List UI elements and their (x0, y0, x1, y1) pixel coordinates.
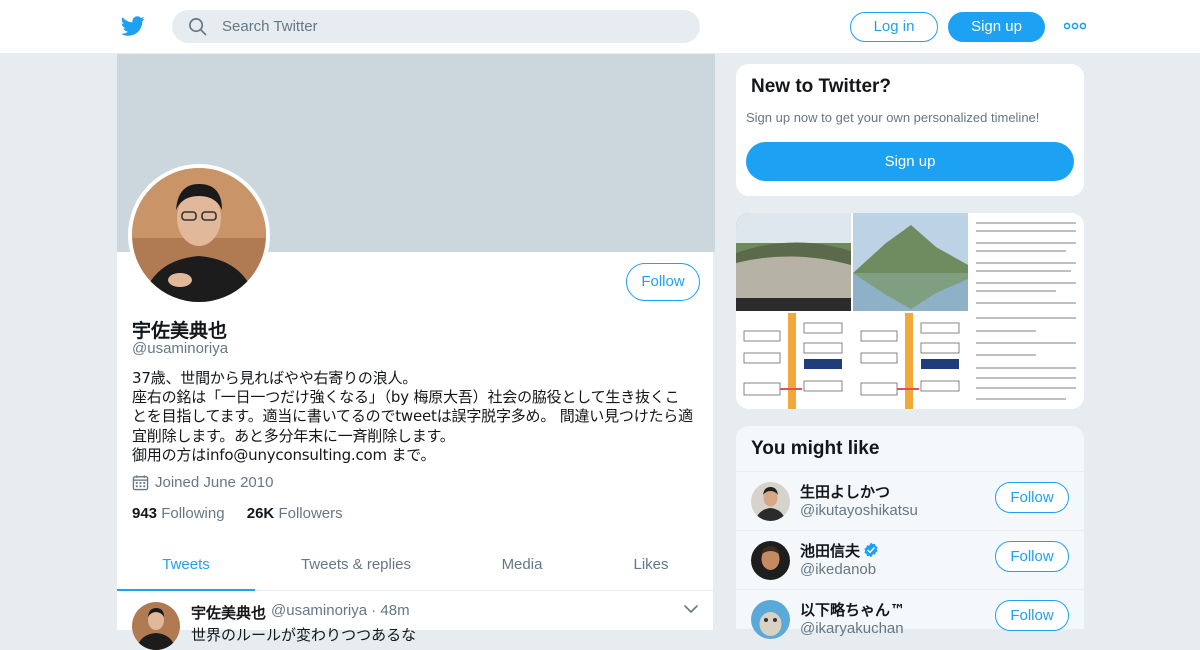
new-to-twitter-title: New to Twitter? (751, 76, 892, 97)
tab-media[interactable]: Media (467, 542, 577, 591)
search-box[interactable] (172, 10, 700, 43)
tweet-item[interactable]: 宇佐美典也 @usaminoriya · 48m 世界のルールが変わりつつあるな (117, 592, 715, 650)
follow-button[interactable]: Follow (995, 482, 1069, 513)
tweet-author-name[interactable]: 宇佐美典也 (191, 602, 266, 623)
suggested-user[interactable]: 生田よしかつ @ikutayoshikatsu Follow (736, 471, 1084, 530)
user-name[interactable]: 生田よしかつ (800, 481, 890, 502)
following-stat[interactable]: 943 Following (132, 505, 225, 522)
profile-handle: @usaminoriya (132, 340, 229, 357)
tweet-avatar[interactable] (132, 602, 180, 650)
followers-count: 26K (246, 505, 275, 522)
media-thumbnail[interactable] (853, 213, 968, 311)
tweet-handle-time[interactable]: @usaminoriya · 48m (271, 602, 410, 619)
follow-button[interactable]: Follow (626, 263, 700, 301)
more-options-icon[interactable] (1064, 19, 1086, 33)
bio-line: とを目指してます。適当に書いてるのでtweetは誤字脱字多め。 間違い見つけたら… (132, 407, 693, 426)
suggested-user[interactable]: 以下略ちゃん™ @ikaryakuchan Follow (736, 589, 1084, 648)
joined-label: Joined June 2010 (155, 474, 274, 491)
new-to-twitter-card: New to Twitter? Sign up now to get your … (735, 63, 1085, 197)
chevron-down-icon[interactable] (683, 604, 699, 614)
user-name[interactable]: 池田信夫 (800, 540, 879, 561)
signup-button[interactable]: Sign up (948, 12, 1045, 42)
media-thumbnail[interactable] (853, 313, 968, 409)
user-avatar[interactable] (751, 600, 790, 639)
calendar-icon (132, 475, 149, 491)
profile-column: Follow 宇佐美典也 @usaminoriya 37歳、世間から見ればやや右… (116, 54, 715, 650)
twitter-bird-icon[interactable] (120, 14, 146, 38)
profile-stats: 943 Following 26K Followers (132, 505, 361, 522)
tab-likes[interactable]: Likes (599, 542, 703, 591)
profile-display-name[interactable]: 宇佐美典也 (132, 316, 227, 343)
followers-stat[interactable]: 26K Followers (247, 505, 343, 522)
bio-line: 座右の銘は「一日一つだけ強くなる」（by 梅原大吾）社会の脇役として生き抜くこ (132, 388, 680, 407)
profile-bio: 37歳、世間から見ればやや右寄りの浪人。 座右の銘は「一日一つだけ強くなる」（b… (132, 369, 702, 465)
user-handle: @ikedanob (800, 561, 877, 578)
following-count: 943 (132, 505, 158, 522)
user-handle: @ikaryakuchan (800, 620, 904, 637)
user-avatar[interactable] (751, 541, 790, 580)
bio-line: 宜削除します。あと多分年末に一斉削除します。 (132, 426, 455, 445)
media-thumbnail[interactable] (970, 213, 1084, 409)
followers-label: Followers (278, 505, 343, 522)
user-avatar[interactable] (751, 482, 790, 521)
tweet-text: 世界のルールが変わりつつあるな (191, 626, 417, 644)
profile-tabs: Tweets Tweets & replies Media Likes (117, 542, 715, 591)
user-name[interactable]: 以下略ちゃん™ (800, 599, 905, 620)
new-to-twitter-subtitle: Sign up now to get your own personalized… (746, 110, 1040, 125)
you-might-like-title: You might like (751, 438, 880, 459)
media-grid[interactable] (735, 212, 1085, 410)
profile-avatar[interactable] (128, 164, 270, 306)
login-button[interactable]: Log in (850, 12, 938, 42)
search-icon (189, 18, 207, 36)
tab-tweets[interactable]: Tweets (117, 542, 255, 591)
follow-button[interactable]: Follow (995, 600, 1069, 631)
follow-button[interactable]: Follow (995, 541, 1069, 572)
bio-line: 37歳、世間から見ればやや右寄りの浪人。 (132, 369, 418, 387)
media-thumbnail[interactable] (736, 213, 851, 311)
user-handle: @ikutayoshikatsu (800, 502, 918, 519)
search-input[interactable] (222, 10, 682, 43)
following-label: Following (161, 505, 225, 522)
bio-line: 御用の方はinfo@unyconsulting.com まで。 (132, 445, 436, 464)
user-name-text: 池田信夫 (800, 542, 861, 560)
verified-badge-icon (864, 542, 878, 558)
joined-date: Joined June 2010 (132, 474, 273, 491)
top-navigation-bar: Log in Sign up (0, 0, 1200, 54)
you-might-like-card: You might like 生田よしかつ @ikutayoshikatsu F… (735, 425, 1085, 639)
suggested-user[interactable]: 池田信夫 @ikedanob Follow (736, 530, 1084, 589)
sidebar-signup-button[interactable]: Sign up (746, 142, 1074, 181)
tab-tweets-replies[interactable]: Tweets & replies (271, 542, 441, 591)
media-thumbnail[interactable] (736, 313, 851, 409)
